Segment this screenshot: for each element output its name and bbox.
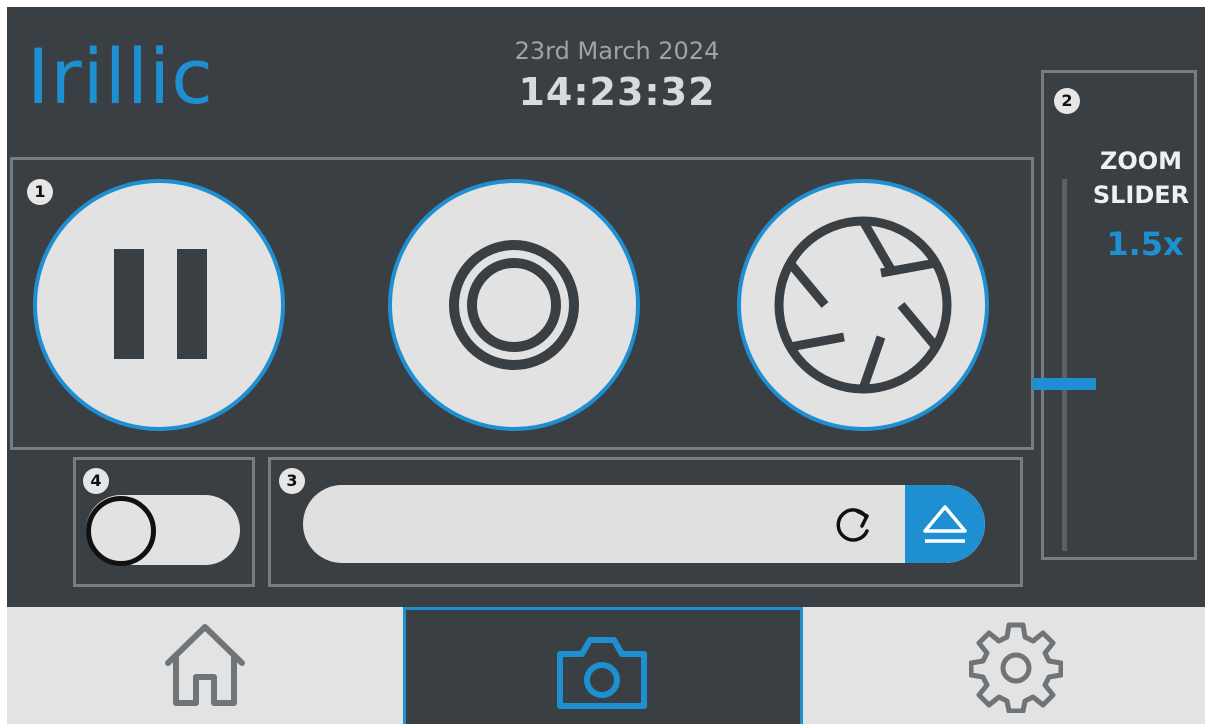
record-icon: [449, 240, 579, 370]
date-display: 23rd March 2024: [514, 37, 720, 65]
pause-icon: [114, 249, 207, 359]
eject-button[interactable]: [905, 485, 985, 563]
panel-badge-2: 2: [1054, 88, 1080, 114]
gear-icon: [969, 622, 1063, 713]
nav-tab-camera[interactable]: [403, 607, 803, 724]
reload-icon[interactable]: [829, 499, 879, 549]
capture-button[interactable]: [737, 179, 989, 431]
nav-tab-home[interactable]: [7, 607, 403, 724]
clock-display: 14:23:32: [518, 70, 716, 114]
brand-logo: Irillic: [27, 32, 214, 121]
home-icon: [165, 624, 245, 706]
app-screen: Irillic 23rd March 2024 14:23:32 1 2 ZOO…: [7, 7, 1205, 724]
url-input[interactable]: [303, 485, 985, 563]
zoom-value: 1.5x: [1106, 225, 1184, 263]
zoom-slider-handle[interactable]: [1032, 378, 1096, 390]
panel-badge-4: 4: [83, 468, 109, 494]
zoom-slider-label: ZOOM SLIDER: [1085, 144, 1197, 212]
zoom-slider-track[interactable]: [1062, 179, 1067, 551]
aperture-icon: [774, 216, 952, 394]
zoom-label-line2: SLIDER: [1092, 181, 1190, 209]
nav-tab-settings[interactable]: [803, 607, 1205, 724]
camera-icon: [557, 637, 647, 709]
eject-icon: [923, 505, 967, 543]
pause-button[interactable]: [33, 179, 285, 431]
panel-badge-3: 3: [279, 468, 305, 494]
toggle-knob[interactable]: [86, 496, 156, 566]
zoom-label-line1: ZOOM: [1099, 147, 1183, 175]
record-button[interactable]: [388, 179, 640, 431]
